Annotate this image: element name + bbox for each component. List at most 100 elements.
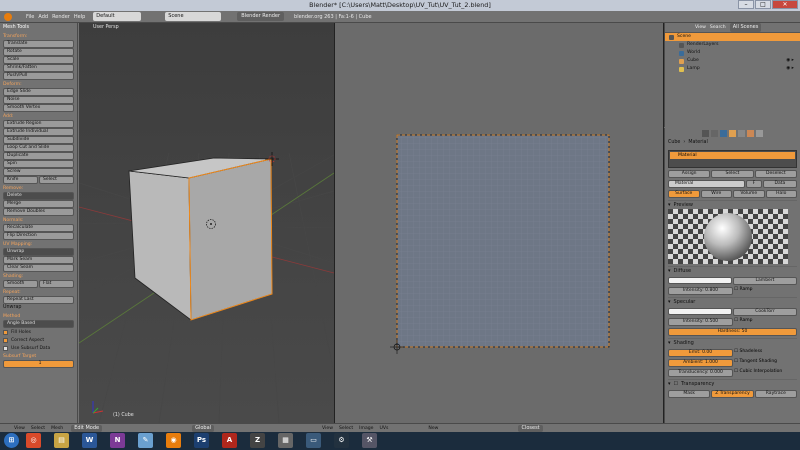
duplicate-button[interactable]: Duplicate <box>3 152 74 160</box>
translucency-field[interactable]: Translucency: 0.000 <box>668 369 733 377</box>
steam-icon[interactable]: ⚙ <box>334 433 349 448</box>
world-tab-icon[interactable] <box>720 129 727 137</box>
outliner-search-menu[interactable]: Search <box>710 25 726 30</box>
extrude-individual-button[interactable]: Extrude Individual <box>3 128 74 136</box>
push-pull-button[interactable]: Push/Pull <box>3 72 74 80</box>
material-name-field[interactable]: Material <box>668 180 745 188</box>
chrome-icon[interactable]: ◎ <box>26 433 41 448</box>
flat-shading-button[interactable]: Flat <box>39 280 74 288</box>
diffuse-shader-dropdown[interactable]: Lambert <box>733 277 797 285</box>
modifier-tab-icon[interactable] <box>738 129 745 137</box>
photoshop-icon[interactable]: Ps <box>194 433 209 448</box>
screw-button[interactable]: Screw <box>3 168 74 176</box>
outliner-item-cube[interactable]: Cube ◉ ▸ <box>665 57 800 65</box>
render-tab-icon[interactable] <box>702 129 709 137</box>
blender-icon[interactable]: ◉ <box>166 433 181 448</box>
outliner-view-menu[interactable]: View <box>695 25 706 30</box>
menu-file[interactable]: File <box>26 14 34 20</box>
transparency-panel-header[interactable]: ▾ ☐ Transparency <box>668 379 797 388</box>
shadeless-checkbox[interactable]: ☐ Shadeless <box>734 349 797 357</box>
emit-field[interactable]: Emit: 0.00 <box>668 349 733 357</box>
transparency-raytrace-tab[interactable]: Raytrace <box>754 390 797 398</box>
outliner-item-lamp[interactable]: Lamp ◉ ▸ <box>665 65 800 73</box>
menu-help[interactable]: Help <box>74 14 85 20</box>
object-tab-icon[interactable] <box>729 129 736 137</box>
specular-shader-dropdown[interactable]: CookTorr <box>733 308 797 316</box>
specular-ramp-checkbox[interactable]: ☐ Ramp <box>734 318 797 326</box>
sticky-selection-mode[interactable]: Closest <box>518 424 543 432</box>
outliner-display-mode[interactable]: All Scenes <box>729 23 762 32</box>
close-button[interactable]: ✕ <box>772 0 798 9</box>
minimize-button[interactable]: – <box>738 0 754 9</box>
ambient-field[interactable]: Ambient: 1.000 <box>668 359 733 367</box>
tab-surface[interactable]: Surface <box>668 190 700 198</box>
specular-panel-header[interactable]: ▾ Specular <box>668 297 797 306</box>
scene-tab-icon[interactable] <box>711 129 718 137</box>
mode-selector[interactable]: Edit Mode <box>71 424 103 432</box>
diffuse-panel-header[interactable]: ▾ Diffuse <box>668 266 797 275</box>
diffuse-color-swatch[interactable] <box>668 277 732 284</box>
rotate-button[interactable]: Rotate <box>3 48 74 56</box>
visibility-eye-icon[interactable]: ◉ ▸ <box>786 65 794 73</box>
preview-panel-header[interactable]: ▾ Preview <box>668 200 797 209</box>
settings-icon[interactable]: ⚒ <box>362 433 377 448</box>
hardness-slider[interactable]: Hardness: 50 <box>668 328 797 336</box>
outliner-item-renderlayers[interactable]: RenderLayers <box>665 41 800 49</box>
subsurf-target-field[interactable]: 1 <box>3 360 74 368</box>
edge-slide-button[interactable]: Edge Slide <box>3 88 74 96</box>
cubic-interpolation-checkbox[interactable]: ☐ Cubic Interpolation <box>734 369 797 377</box>
transparency-mask-tab[interactable]: Mask <box>668 390 711 398</box>
recalculate-button[interactable]: Recalculate <box>3 224 74 232</box>
texture-tab-icon[interactable] <box>756 129 763 137</box>
keynote-icon[interactable]: ▭ <box>306 433 321 448</box>
outliner-item-world[interactable]: World <box>665 49 800 57</box>
acrobat-icon[interactable]: A <box>222 433 237 448</box>
specular-intensity-field[interactable]: Intensity: 0.500 <box>668 318 733 326</box>
outliner-item-scene[interactable]: Scene <box>665 33 800 41</box>
transform-orientation-selector[interactable]: Global <box>192 424 215 432</box>
shading-panel-header[interactable]: ▾ Shading <box>668 338 797 347</box>
shrink-fatten-button[interactable]: Shrink/Fatten <box>3 64 74 72</box>
paint-icon[interactable]: ✎ <box>138 433 153 448</box>
loop-cut-button[interactable]: Loop Cut and Slide <box>3 144 74 152</box>
menu-add[interactable]: Add <box>38 14 48 20</box>
material-slot[interactable]: Material <box>670 152 795 159</box>
extrude-region-button[interactable]: Extrude Region <box>3 120 74 128</box>
zbrush-icon[interactable]: Z <box>250 433 265 448</box>
method-dropdown[interactable]: Angle Based <box>3 320 74 328</box>
diffuse-intensity-field[interactable]: Intensity: 0.800 <box>668 287 733 295</box>
blender-logo-icon[interactable] <box>4 12 12 21</box>
assign-button[interactable]: Assign <box>668 170 711 178</box>
header3d-view-menu[interactable]: View <box>14 426 25 431</box>
tab-volume[interactable]: Volume <box>733 190 765 198</box>
tab-wire[interactable]: Wire <box>700 190 732 198</box>
use-subsurf-checkbox[interactable]: Use Subsurf Data <box>3 344 74 352</box>
maximize-button[interactable]: □ <box>755 0 771 9</box>
header3d-mesh-menu[interactable]: Mesh <box>51 426 63 431</box>
fake-user-button[interactable]: F <box>746 180 762 188</box>
header3d-select-menu[interactable]: Select <box>31 426 45 431</box>
unwrap-button[interactable]: Unwrap <box>3 248 74 256</box>
noise-button[interactable]: Noise <box>3 96 74 104</box>
repeat-last-button[interactable]: Repeat Last <box>3 296 74 304</box>
mark-seam-button[interactable]: Mark Seam <box>3 256 74 264</box>
data-link-dropdown[interactable]: Data <box>762 180 797 188</box>
operator-panel-title[interactable]: Unwrap <box>3 304 74 312</box>
headeruv-select-menu[interactable]: Select <box>339 426 353 431</box>
material-slot-list[interactable]: Material <box>668 150 797 168</box>
fill-holes-checkbox[interactable]: Fill Holes <box>3 328 74 336</box>
explorer-icon[interactable]: ▤ <box>54 433 69 448</box>
new-image-button[interactable]: New <box>428 426 438 431</box>
render-engine-selector[interactable]: Blender Render <box>237 12 285 21</box>
smooth-vertex-button[interactable]: Smooth Vertex <box>3 104 74 112</box>
scale-button[interactable]: Scale <box>3 56 74 64</box>
flip-direction-button[interactable]: Flip Direction <box>3 232 74 240</box>
uv-image-editor[interactable] <box>335 23 663 423</box>
transparency-z-tab[interactable]: Z Transparency <box>711 390 754 398</box>
menu-render[interactable]: Render <box>52 14 70 20</box>
translate-button[interactable]: Translate <box>3 40 74 48</box>
remove-doubles-button[interactable]: Remove Doubles <box>3 208 74 216</box>
diffuse-ramp-checkbox[interactable]: ☐ Ramp <box>734 287 797 295</box>
start-button-icon[interactable]: ⊞ <box>4 433 19 448</box>
tangent-shading-checkbox[interactable]: ☐ Tangent Shading <box>734 359 797 367</box>
